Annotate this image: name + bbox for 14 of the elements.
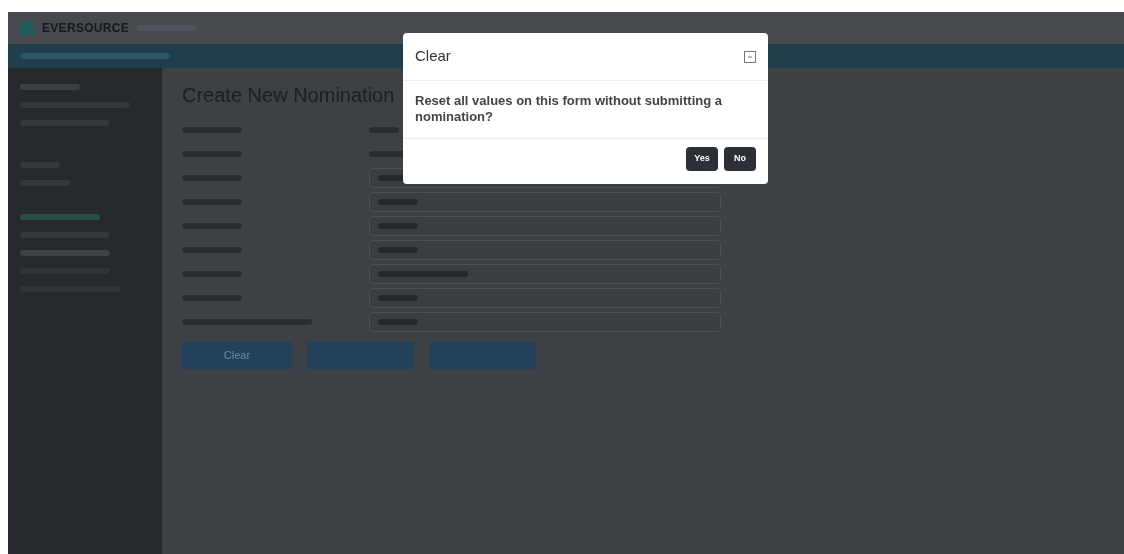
logo-icon — [20, 21, 34, 35]
yes-button[interactable]: Yes — [686, 147, 718, 171]
form-field[interactable] — [369, 240, 721, 260]
form-field[interactable] — [369, 216, 721, 236]
modal-title: Clear — [415, 46, 451, 67]
no-button[interactable]: No — [724, 147, 756, 171]
modal-message: Reset all values on this form without submitting a nomination? — [403, 81, 768, 139]
form-field[interactable] — [369, 288, 721, 308]
form-field[interactable] — [369, 264, 721, 284]
close-button[interactable] — [744, 50, 756, 63]
form-button[interactable] — [307, 342, 414, 369]
form-button[interactable] — [429, 342, 536, 369]
form-field[interactable] — [369, 312, 721, 332]
form-field[interactable] — [369, 192, 721, 212]
